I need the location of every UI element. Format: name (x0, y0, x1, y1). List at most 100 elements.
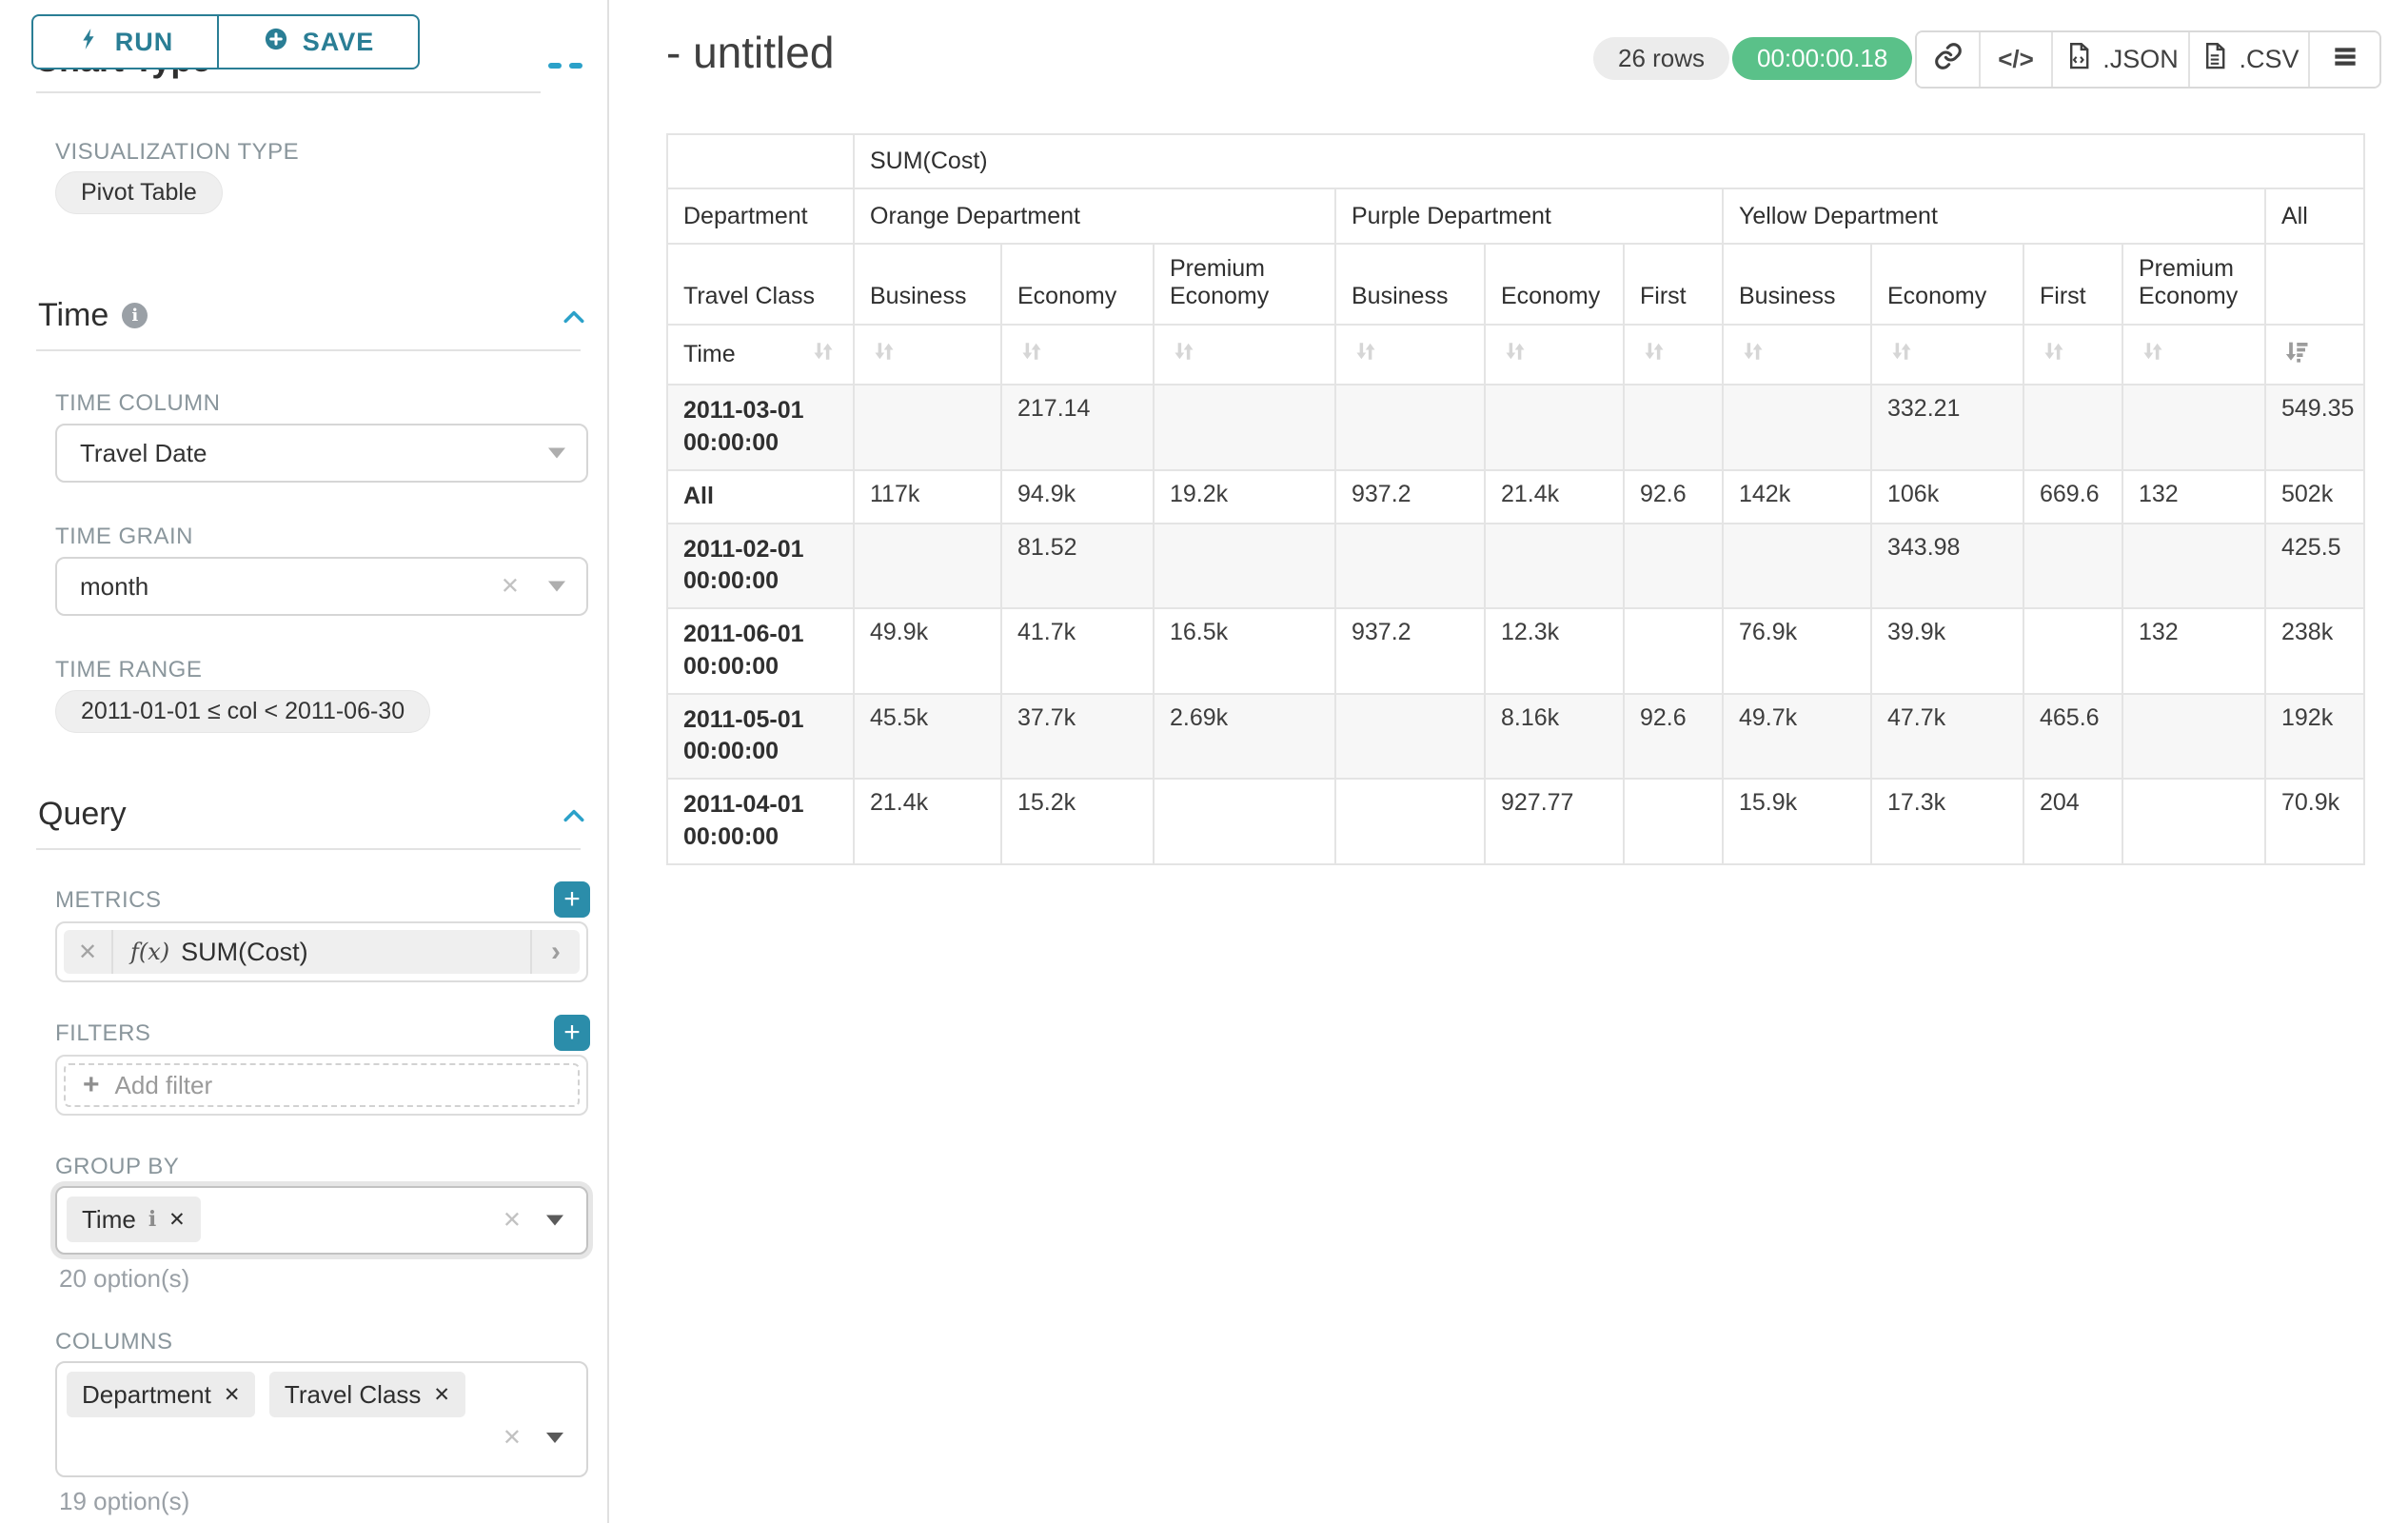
visualization-type-value: Pivot Table (81, 179, 197, 207)
remove-tag-icon[interactable]: ✕ (433, 1383, 450, 1407)
visualization-type-pill[interactable]: Pivot Table (55, 171, 223, 214)
time-axis-label: Time (683, 341, 736, 368)
time-column-value: Travel Date (80, 439, 207, 468)
caret-down-icon[interactable] (546, 1216, 563, 1226)
view-query-button[interactable]: </> (1981, 32, 2053, 87)
columns-tag[interactable]: Travel Class ✕ (269, 1372, 465, 1417)
value-cell: 332.21 (1871, 385, 2023, 470)
time-grain-select[interactable]: month ✕ (55, 557, 588, 616)
value-cell: 217.14 (1001, 385, 1154, 470)
value-cell: 37.7k (1001, 694, 1154, 780)
sort-icon[interactable] (1739, 345, 1767, 371)
column-sort-header[interactable] (1624, 325, 1723, 385)
column-sort-header[interactable] (2265, 325, 2364, 385)
department-group-header: Yellow Department (1723, 188, 2265, 244)
value-cell: 425.5 (2265, 524, 2364, 609)
chevron-up-icon[interactable] (560, 303, 588, 331)
department-group-header: Orange Department (854, 188, 1335, 244)
column-sort-header[interactable] (1485, 325, 1624, 385)
save-button[interactable]: SAVE (217, 14, 420, 69)
query-section-title: Query (38, 796, 127, 833)
travel-class-header: Business (1723, 244, 1871, 325)
chevron-up-icon[interactable] (560, 801, 588, 830)
value-cell: 21.4k (1485, 470, 1624, 524)
value-cell (1154, 385, 1335, 470)
value-cell (1624, 779, 1723, 864)
sort-descending-icon[interactable] (2281, 345, 2310, 371)
metric-pill[interactable]: ✕ f(x) SUM(Cost) › (64, 930, 580, 974)
value-cell: 12.3k (1485, 608, 1624, 694)
sort-icon[interactable] (1170, 345, 1198, 371)
pivot-row: 2011-03-0100:00:00217.14332.21549.35 (667, 385, 2364, 470)
hamburger-menu-button[interactable] (2310, 32, 2379, 87)
column-sort-header[interactable] (1723, 325, 1871, 385)
travel-class-axis-label: Travel Class (667, 244, 854, 325)
link-icon (1933, 41, 1964, 78)
column-sort-header[interactable] (1335, 325, 1485, 385)
caret-down-icon[interactable] (546, 1433, 563, 1443)
column-sort-header[interactable] (1001, 325, 1154, 385)
sort-icon[interactable] (2139, 345, 2167, 371)
remove-metric-icon[interactable]: ✕ (64, 930, 113, 974)
column-sort-header[interactable] (854, 325, 1001, 385)
export-csv-label: .CSV (2239, 45, 2299, 74)
value-cell: 16.5k (1154, 608, 1335, 694)
sort-icon[interactable] (870, 345, 898, 371)
sort-icon[interactable] (2040, 345, 2068, 371)
clear-icon[interactable]: ✕ (503, 1424, 522, 1452)
remove-tag-icon[interactable]: ✕ (224, 1383, 241, 1407)
chart-title[interactable]: - untitled (666, 27, 834, 78)
travel-class-header: Premium Economy (2122, 244, 2265, 325)
export-json-button[interactable]: .JSON (2053, 32, 2190, 87)
all-column-header: All (2265, 188, 2364, 244)
value-cell: 39.9k (1871, 608, 2023, 694)
sort-icon[interactable] (809, 337, 838, 372)
value-cell (1154, 779, 1335, 864)
department-group-header: Purple Department (1335, 188, 1723, 244)
export-json-label: .JSON (2102, 45, 2179, 74)
corner-cell (667, 134, 854, 188)
value-cell: 2.69k (1154, 694, 1335, 780)
json-file-icon (2063, 40, 2095, 79)
group-by-tag[interactable]: Time i ✕ (67, 1197, 201, 1242)
chart-panel: - untitled 26 rows 00:00:00.18 </> .JSON… (611, 0, 2408, 1523)
column-sort-header[interactable] (2122, 325, 2265, 385)
lightning-icon (77, 27, 102, 58)
add-metric-button[interactable]: + (554, 881, 590, 918)
clear-icon[interactable]: ✕ (501, 573, 520, 601)
chevron-right-icon[interactable]: › (530, 930, 580, 974)
value-cell: 117k (854, 470, 1001, 524)
group-by-select[interactable]: Time i ✕ ✕ (55, 1186, 588, 1255)
time-range-pill[interactable]: 2011-01-01 ≤ col < 2011-06-30 (55, 690, 430, 733)
time-column-select[interactable]: Travel Date (55, 424, 588, 483)
columns-tag[interactable]: Department ✕ (67, 1372, 255, 1417)
value-cell (1624, 608, 1723, 694)
sort-icon[interactable] (1887, 345, 1916, 371)
column-sort-header[interactable] (2023, 325, 2122, 385)
columns-label: COLUMNS (55, 1329, 173, 1355)
info-icon: i (148, 1207, 156, 1232)
clipped-icon-fragment (548, 63, 562, 69)
columns-select[interactable]: Department ✕ Travel Class ✕ ✕ (55, 1361, 588, 1477)
sort-icon[interactable] (1352, 345, 1380, 371)
pivot-table-container: SUM(Cost)DepartmentOrange DepartmentPurp… (666, 133, 2365, 865)
time-sort-header[interactable]: Time (667, 325, 854, 385)
share-link-button[interactable] (1917, 32, 1981, 87)
plus-circle-icon (263, 26, 289, 59)
column-sort-header[interactable] (1871, 325, 2023, 385)
sort-icon[interactable] (1017, 345, 1046, 371)
value-cell (1485, 385, 1624, 470)
add-filter-plus-button[interactable]: + (554, 1015, 590, 1051)
export-csv-button[interactable]: .CSV (2190, 32, 2310, 87)
value-cell: 8.16k (1485, 694, 1624, 780)
clear-icon[interactable]: ✕ (503, 1207, 522, 1235)
sort-icon[interactable] (1640, 345, 1668, 371)
column-sort-header[interactable] (1154, 325, 1335, 385)
run-button[interactable]: RUN (31, 14, 219, 69)
sort-icon[interactable] (1501, 345, 1530, 371)
travel-class-header: Premium Economy (1154, 244, 1335, 325)
tag-label: Time (82, 1205, 136, 1235)
add-filter-button[interactable]: + Add filter (64, 1063, 580, 1107)
remove-tag-icon[interactable]: ✕ (168, 1208, 186, 1232)
value-cell (1335, 385, 1485, 470)
